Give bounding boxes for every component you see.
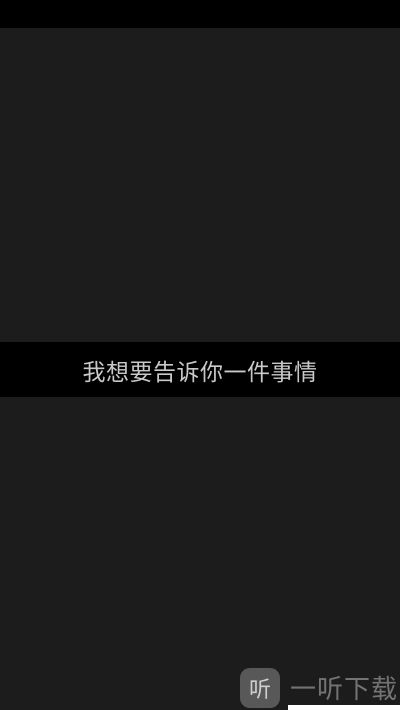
watermark-site-name: 一听下载: [290, 675, 399, 705]
video-frame-lower[interactable]: [0, 397, 400, 710]
listen-logo-icon: 听: [240, 667, 280, 708]
top-letterbox-bar: [0, 0, 400, 28]
bottom-edge-highlight: [288, 705, 400, 710]
subtitle-band: 我想要告诉你一件事情: [0, 342, 400, 397]
watermark: 听 一听下载: [240, 665, 398, 710]
subtitle-text: 我想要告诉你一件事情: [82, 359, 318, 386]
logo-glyph: 听: [248, 677, 271, 703]
video-frame-upper[interactable]: [0, 28, 400, 342]
